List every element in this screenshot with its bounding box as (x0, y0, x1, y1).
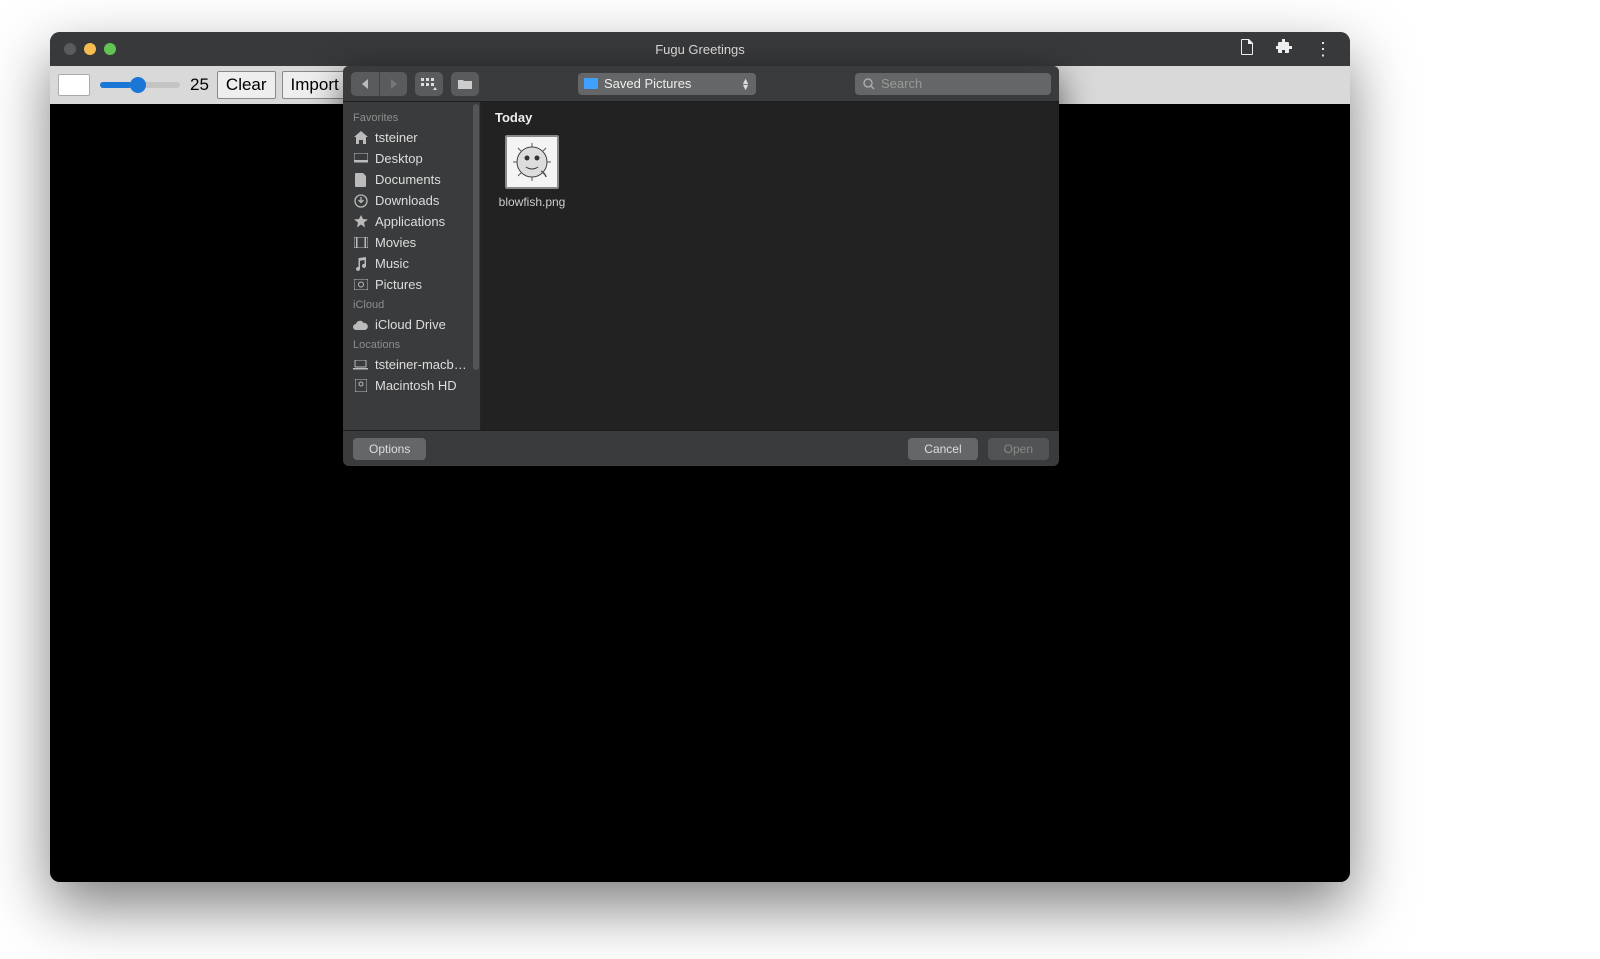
nav-back-button[interactable] (351, 72, 379, 96)
sidebar-heading-favorites: Favorites (343, 108, 480, 127)
laptop-icon (353, 358, 368, 372)
search-icon (863, 78, 875, 90)
documents-icon (353, 173, 368, 187)
dialog-footer: Options Cancel Open (343, 430, 1059, 466)
sidebar-item-laptop[interactable]: tsteiner-macb… (343, 354, 480, 375)
sidebar-item-disk[interactable]: Macintosh HD (343, 375, 480, 396)
minimize-traffic-light[interactable] (84, 43, 96, 55)
file-item[interactable]: blowfish.png (495, 135, 569, 209)
search-field[interactable]: Search (855, 73, 1051, 95)
open-button: Open (988, 438, 1049, 460)
sidebar-item-label: tsteiner-macb… (375, 357, 467, 372)
open-file-dialog: Saved Pictures ▲▼ Search Favorites tstei… (343, 66, 1059, 466)
close-traffic-light[interactable] (64, 43, 76, 55)
sidebar-heading-locations: Locations (343, 335, 480, 354)
sidebar-item-applications[interactable]: Applications (343, 211, 480, 232)
file-name: blowfish.png (495, 195, 569, 209)
sidebar-item-label: Pictures (375, 277, 422, 292)
sidebar-heading-icloud: iCloud (343, 295, 480, 314)
dialog-toolbar: Saved Pictures ▲▼ Search (343, 66, 1059, 102)
pictures-icon (353, 278, 368, 292)
fullscreen-traffic-light[interactable] (104, 43, 116, 55)
sidebar-item-desktop[interactable]: Desktop (343, 148, 480, 169)
sidebar-item-label: Movies (375, 235, 416, 250)
sidebar-item-label: Applications (375, 214, 445, 229)
titlebar: Fugu Greetings ⋮ (50, 32, 1350, 66)
clear-button[interactable]: Clear (217, 71, 276, 99)
movies-icon (353, 236, 368, 250)
nav-segment (351, 72, 407, 96)
cancel-button[interactable]: Cancel (908, 438, 977, 460)
document-icon[interactable] (1240, 39, 1254, 60)
sidebar-item-movies[interactable]: Movies (343, 232, 480, 253)
sidebar-item-music[interactable]: Music (343, 253, 480, 274)
import-button[interactable]: Import (282, 71, 348, 99)
brush-size-value: 25 (190, 75, 209, 95)
sidebar-item-pictures[interactable]: Pictures (343, 274, 480, 295)
window-title: Fugu Greetings (50, 42, 1350, 57)
sidebar-item-label: Music (375, 256, 409, 271)
view-segment (415, 72, 443, 96)
path-dropdown[interactable]: Saved Pictures ▲▼ (578, 73, 756, 95)
sidebar-item-label: Macintosh HD (375, 378, 457, 393)
sidebar-item-documents[interactable]: Documents (343, 169, 480, 190)
dialog-sidebar: Favorites tsteiner Desktop Documents Dow… (343, 102, 481, 430)
home-icon (353, 131, 368, 145)
desktop-icon (353, 152, 368, 166)
section-heading: Today (495, 110, 1045, 125)
cloud-icon (353, 318, 368, 332)
options-button[interactable]: Options (353, 438, 426, 460)
brush-size-slider[interactable] (100, 82, 180, 88)
sidebar-item-icloud[interactable]: iCloud Drive (343, 314, 480, 335)
file-browser[interactable]: Today (481, 102, 1059, 430)
sidebar-item-label: Documents (375, 172, 441, 187)
disk-icon (353, 379, 368, 393)
search-placeholder: Search (881, 76, 922, 91)
applications-icon (353, 215, 368, 229)
sidebar-item-label: Desktop (375, 151, 423, 166)
nav-forward-button[interactable] (379, 72, 407, 96)
color-swatch[interactable] (58, 74, 90, 96)
extensions-icon[interactable] (1276, 39, 1292, 60)
file-thumbnail (505, 135, 559, 189)
menu-icon[interactable]: ⋮ (1314, 40, 1332, 58)
sidebar-item-label: iCloud Drive (375, 317, 446, 332)
icon-view-button[interactable] (415, 72, 443, 96)
group-button[interactable] (451, 72, 479, 96)
sidebar-item-label: tsteiner (375, 130, 418, 145)
sidebar-item-label: Downloads (375, 193, 439, 208)
folder-icon (584, 78, 598, 89)
music-icon (353, 257, 368, 271)
downloads-icon (353, 194, 368, 208)
sidebar-item-downloads[interactable]: Downloads (343, 190, 480, 211)
group-segment (451, 72, 479, 96)
path-label: Saved Pictures (604, 76, 691, 91)
sidebar-scrollbar[interactable] (473, 104, 479, 428)
sidebar-item-home[interactable]: tsteiner (343, 127, 480, 148)
traffic-lights (50, 43, 116, 55)
chevron-updown-icon: ▲▼ (741, 78, 750, 90)
